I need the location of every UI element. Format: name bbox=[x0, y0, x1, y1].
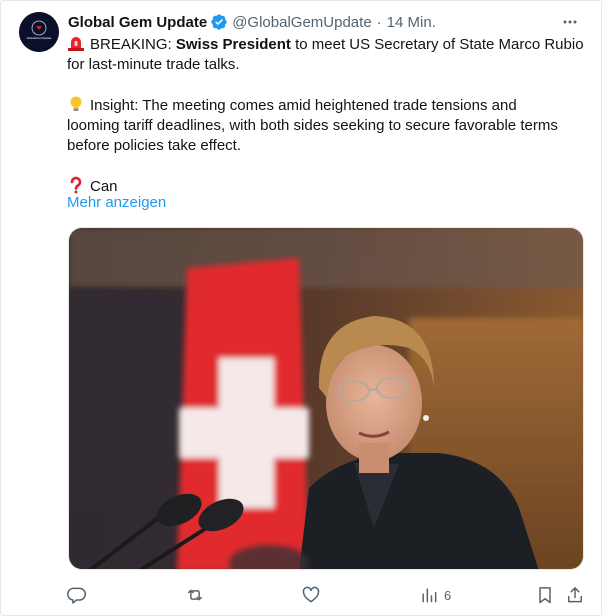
like-icon bbox=[302, 586, 320, 603]
more-options-button[interactable] bbox=[561, 13, 579, 31]
tweet-text-rest: to meet US Secretary of State Marco Rubi… bbox=[290, 36, 584, 53]
rotating-light-icon bbox=[68, 37, 84, 51]
more-horizontal-icon bbox=[563, 20, 577, 24]
question-mark-icon bbox=[70, 176, 82, 194]
avatar-text: GlobalGemUpdate bbox=[27, 36, 52, 40]
like-button[interactable] bbox=[301, 583, 321, 607]
tweet-text-bold: Swiss President bbox=[175, 36, 291, 53]
tweet-line-2: for last-minute trade talks. bbox=[67, 56, 240, 73]
tweet-text-breaking: BREAKING: bbox=[90, 36, 176, 53]
insight-line-2: looming tariff deadlines, with both side… bbox=[67, 117, 558, 134]
reply-icon bbox=[67, 587, 87, 604]
retweet-button[interactable] bbox=[185, 583, 205, 607]
insight-text-1: Insight: The meeting comes amid heighten… bbox=[90, 97, 517, 114]
display-name[interactable]: Global Gem Update bbox=[68, 14, 207, 31]
share-button[interactable] bbox=[565, 583, 585, 607]
views-count: 6 bbox=[444, 587, 452, 603]
tweet-text: BREAKING: Swiss President to meet US Sec… bbox=[67, 34, 587, 197]
separator-dot: · bbox=[376, 13, 382, 31]
show-more-link[interactable]: Mehr anzeigen bbox=[67, 194, 166, 211]
action-bar: 6 bbox=[1, 583, 602, 607]
avatar-logo-icon: GlobalGemUpdate bbox=[19, 12, 59, 52]
photo-swiss-president-speaking bbox=[69, 228, 583, 569]
light-bulb-icon bbox=[70, 96, 82, 111]
insight-line-3: before policies take effect. bbox=[67, 137, 241, 154]
tweet-line-1: BREAKING: Swiss President to meet US Sec… bbox=[67, 34, 587, 55]
verified-badge-icon bbox=[211, 14, 227, 30]
insight-line-1: Insight: The meeting comes amid heighten… bbox=[67, 95, 587, 116]
timestamp[interactable]: 14 Min. bbox=[387, 14, 436, 31]
avatar[interactable]: GlobalGemUpdate bbox=[19, 12, 59, 52]
question-text: Can bbox=[90, 178, 118, 195]
share-icon bbox=[568, 587, 582, 603]
views-icon bbox=[422, 588, 437, 603]
bookmark-button[interactable] bbox=[535, 583, 555, 607]
bookmark-icon bbox=[539, 587, 551, 604]
tweet-image[interactable] bbox=[68, 227, 584, 570]
tweet-header: Global Gem Update @GlobalGemUpdate · 14 … bbox=[68, 12, 436, 32]
reply-button[interactable] bbox=[67, 583, 87, 607]
tweet-card[interactable]: GlobalGemUpdate Global Gem Update @Globa… bbox=[0, 0, 602, 616]
views-button[interactable]: 6 bbox=[419, 583, 451, 607]
retweet-icon bbox=[188, 589, 202, 601]
handle[interactable]: @GlobalGemUpdate bbox=[232, 14, 371, 31]
